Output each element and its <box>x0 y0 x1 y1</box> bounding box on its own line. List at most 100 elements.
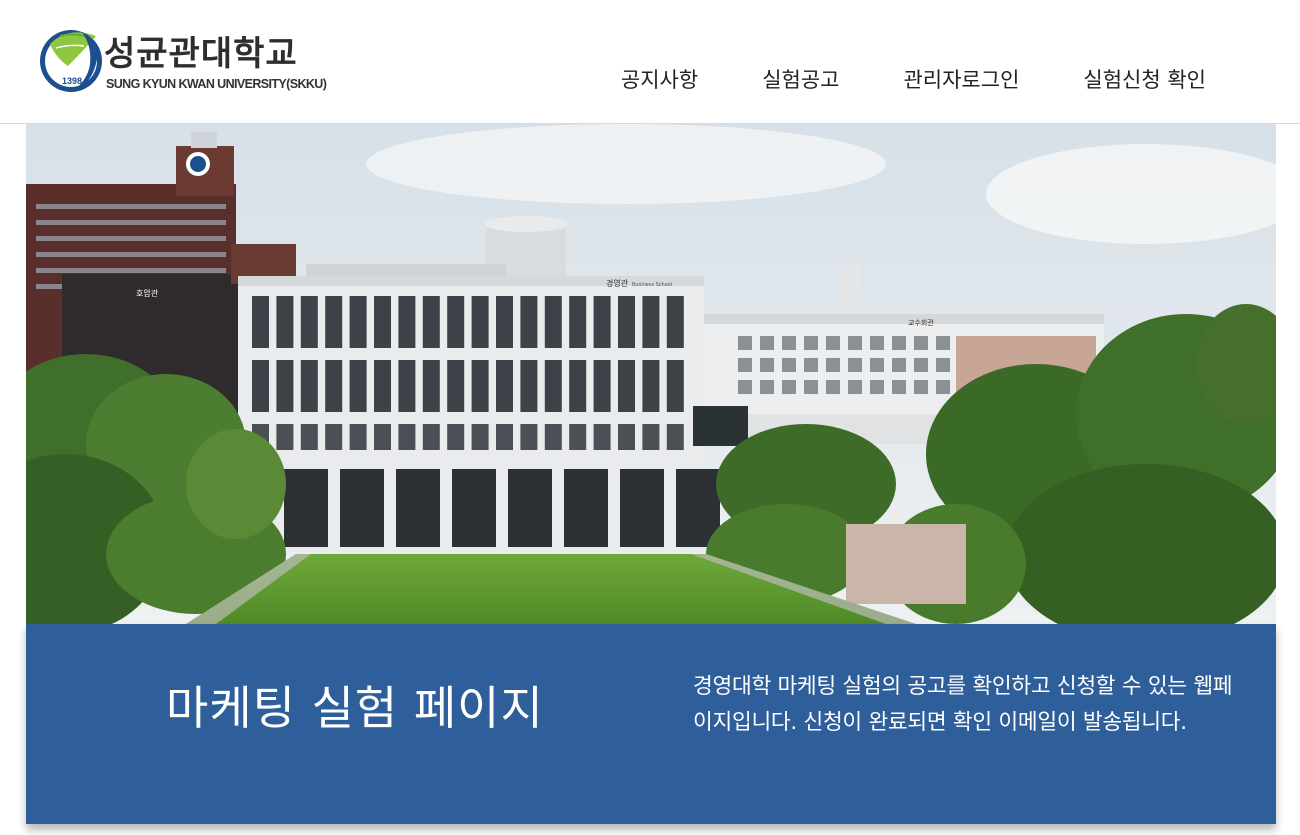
window <box>760 336 774 350</box>
window <box>447 360 465 412</box>
window <box>782 336 796 350</box>
window <box>804 336 818 350</box>
window <box>496 360 513 412</box>
campus-hero-image: 호암관 경영관 Business School 교수회관 <box>26 124 1276 624</box>
window <box>300 296 318 348</box>
nav-application-check[interactable]: 실험신청 확인 <box>1083 64 1206 94</box>
window <box>520 360 538 412</box>
window <box>892 380 906 394</box>
window <box>618 296 635 348</box>
window <box>398 296 416 348</box>
window <box>422 296 440 348</box>
window <box>642 360 660 412</box>
window <box>892 336 906 350</box>
logo-english-name: SUNG KYUN KWAN UNIVERSITY(SKKU) <box>106 77 327 91</box>
window <box>666 424 684 450</box>
window <box>738 380 752 394</box>
window <box>738 336 752 350</box>
main-nav: 공지사항 실험공고 관리자로그인 실험신청 확인 <box>621 64 1206 94</box>
window <box>564 469 608 547</box>
window <box>508 469 552 547</box>
site-header: 1398 성균관대학교 SUNG KYUN KWAN UNIVERSITY(SK… <box>0 0 1300 124</box>
svg-text:교수회관: 교수회관 <box>908 318 934 327</box>
window <box>666 360 684 412</box>
page-title: 마케팅 실험 페이지 <box>166 681 544 735</box>
window <box>496 424 513 450</box>
window <box>471 424 489 450</box>
window <box>447 296 465 348</box>
window <box>738 358 752 372</box>
window <box>870 336 884 350</box>
window <box>760 358 774 372</box>
window <box>870 380 884 394</box>
window <box>936 380 950 394</box>
svg-text:1398: 1398 <box>62 76 82 86</box>
window <box>642 424 660 450</box>
nav-experiment-posts[interactable]: 실험공고 <box>762 64 839 94</box>
window <box>496 296 513 348</box>
stair-plaza <box>846 524 966 604</box>
window <box>618 424 635 450</box>
window <box>398 424 416 450</box>
window <box>325 360 343 412</box>
window <box>544 424 562 450</box>
window <box>782 380 796 394</box>
window <box>826 358 840 372</box>
window <box>593 424 611 450</box>
nav-notice[interactable]: 공지사항 <box>621 64 698 94</box>
logo-korean-name: 성균관대학교 <box>104 34 298 74</box>
intro-banner: 마케팅 실험 페이지 경영대학 마케팅 실험의 공고를 확인하고 신청할 수 있… <box>26 624 1276 824</box>
window <box>422 424 440 450</box>
window <box>284 469 328 547</box>
window <box>804 358 818 372</box>
window <box>569 296 587 348</box>
svg-text:경영관: 경영관 <box>606 278 629 288</box>
nav-admin-login[interactable]: 관리자로그인 <box>903 64 1019 94</box>
window <box>848 336 862 350</box>
window <box>471 360 489 412</box>
window <box>300 424 318 450</box>
window <box>782 358 796 372</box>
window <box>760 380 774 394</box>
window <box>374 296 391 348</box>
window <box>936 358 950 372</box>
university-logo[interactable]: 1398 성균관대학교 SUNG KYUN KWAN UNIVERSITY(SK… <box>38 22 358 100</box>
window <box>666 296 684 348</box>
window <box>618 360 635 412</box>
svg-text:호암관: 호암관 <box>136 288 159 298</box>
window <box>447 424 465 450</box>
window <box>936 336 950 350</box>
window <box>848 358 862 372</box>
window <box>276 360 294 412</box>
window <box>620 469 664 547</box>
window <box>452 469 496 547</box>
window <box>892 358 906 372</box>
window <box>276 296 294 348</box>
campus-illustration: 호암관 경영관 Business School 교수회관 <box>26 124 1276 624</box>
window <box>374 424 391 450</box>
window <box>870 358 884 372</box>
skku-emblem-icon: 1398 <box>40 30 102 92</box>
window <box>300 360 318 412</box>
window <box>826 380 840 394</box>
window <box>520 424 538 450</box>
window <box>325 296 343 348</box>
svg-text:Business School: Business School <box>632 282 672 288</box>
window <box>642 296 660 348</box>
window <box>804 380 818 394</box>
window <box>826 336 840 350</box>
window <box>914 358 928 372</box>
window <box>349 296 367 348</box>
window <box>349 424 367 450</box>
window <box>593 360 611 412</box>
window <box>340 469 384 547</box>
page-description: 경영대학 마케팅 실험의 공고를 확인하고 신청할 수 있는 웹페이지입니다. … <box>693 674 1233 735</box>
window <box>398 360 416 412</box>
window <box>422 360 440 412</box>
window <box>396 469 440 547</box>
window <box>544 360 562 412</box>
window <box>252 296 269 348</box>
window <box>569 424 587 450</box>
window <box>276 424 294 450</box>
window <box>349 360 367 412</box>
